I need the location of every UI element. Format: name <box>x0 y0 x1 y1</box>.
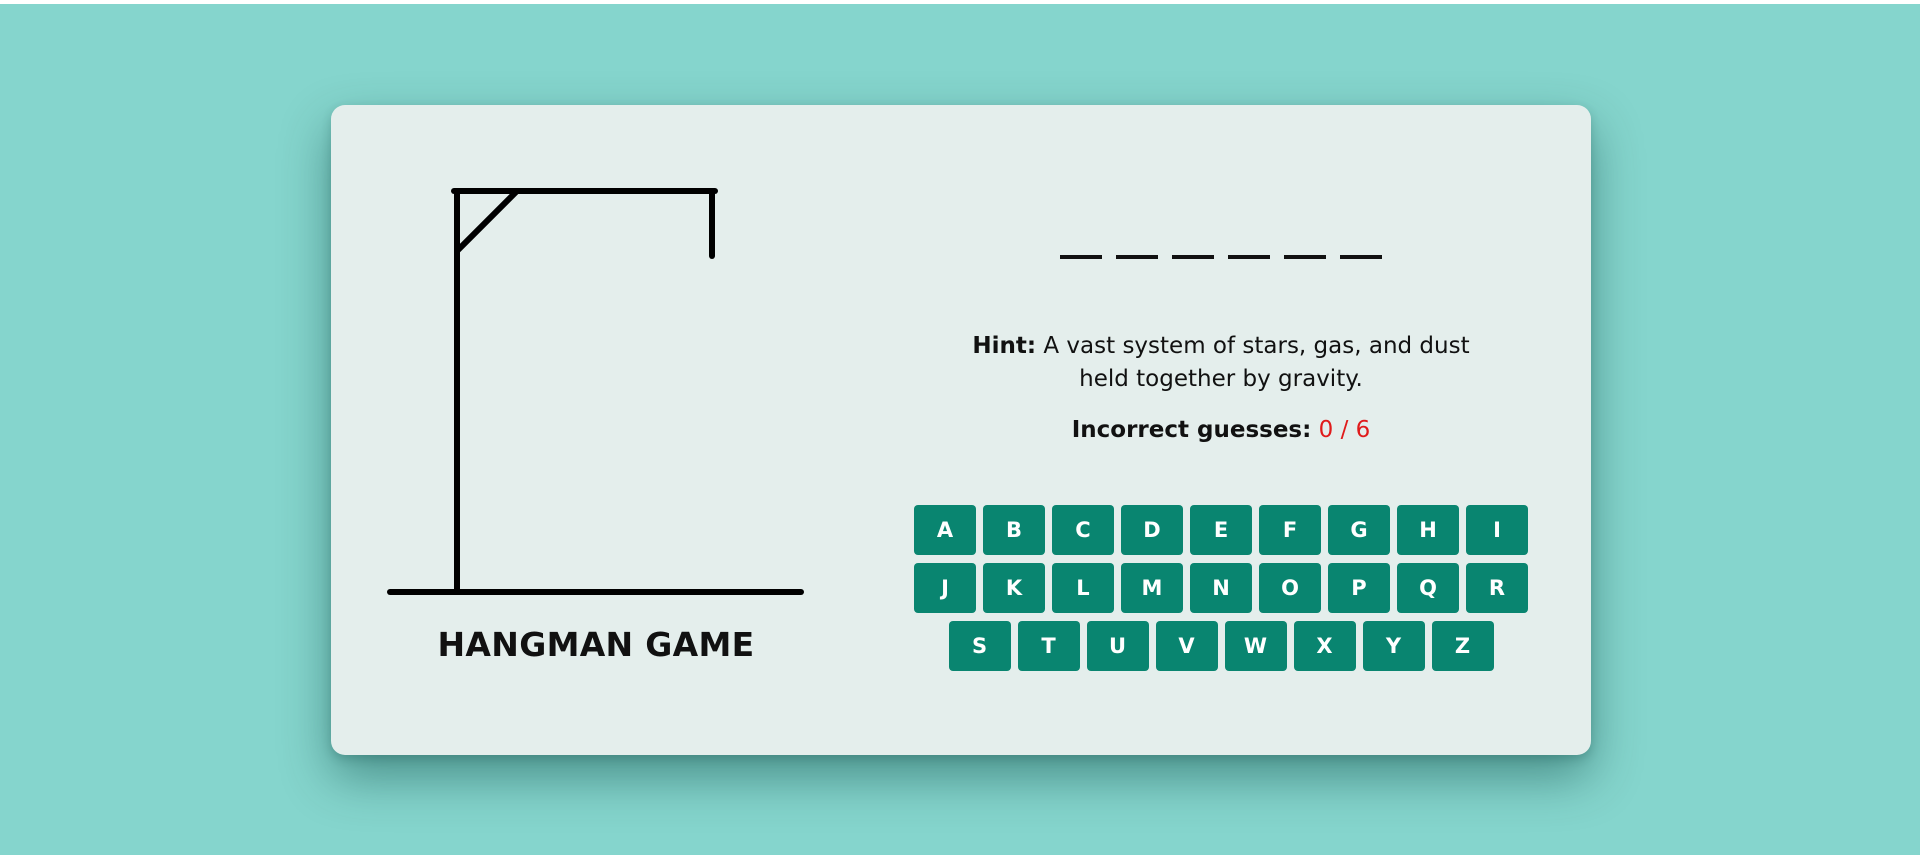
letter-keyboard: ABCDEFGHI JKLMNOPQR STUVWXYZ <box>891 505 1551 679</box>
gallows-panel: HANGMAN GAME <box>331 105 851 755</box>
game-title: HANGMAN GAME <box>437 625 755 664</box>
hint: Hint: A vast system of stars, gas, and d… <box>961 330 1481 396</box>
letter-key-y[interactable]: Y <box>1362 621 1425 671</box>
letter-key-k[interactable]: K <box>983 563 1045 613</box>
letter-key-x[interactable]: X <box>1293 621 1356 671</box>
letter-key-l[interactable]: L <box>1052 563 1114 613</box>
letter-key-t[interactable]: T <box>1017 621 1080 671</box>
letter-key-n[interactable]: N <box>1190 563 1252 613</box>
letter-key-o[interactable]: O <box>1259 563 1321 613</box>
letter-key-g[interactable]: G <box>1328 505 1390 555</box>
letter-key-m[interactable]: M <box>1121 563 1183 613</box>
letter-key-c[interactable]: C <box>1052 505 1114 555</box>
letter-key-j[interactable]: J <box>914 563 976 613</box>
letter-key-q[interactable]: Q <box>1397 563 1459 613</box>
letter-key-f[interactable]: F <box>1259 505 1321 555</box>
letter-key-z[interactable]: Z <box>1431 621 1494 671</box>
letter-key-w[interactable]: W <box>1224 621 1287 671</box>
letter-key-e[interactable]: E <box>1190 505 1252 555</box>
incorrect-guesses: Incorrect guesses: 0 / 6 <box>891 417 1551 443</box>
keyboard-row: JKLMNOPQR <box>891 563 1551 613</box>
letter-slot <box>1228 255 1270 259</box>
hint-text: A vast system of stars, gas, and dust he… <box>1043 333 1470 392</box>
letter-slot <box>1060 255 1102 259</box>
letter-key-r[interactable]: R <box>1466 563 1528 613</box>
guesses-label: Incorrect guesses: <box>1071 417 1312 443</box>
game-card: HANGMAN GAME Hint: A vast system of star… <box>331 105 1591 755</box>
letter-key-p[interactable]: P <box>1328 563 1390 613</box>
letter-key-u[interactable]: U <box>1086 621 1149 671</box>
word-display <box>891 255 1551 259</box>
letter-key-a[interactable]: A <box>914 505 976 555</box>
keyboard-row: STUVWXYZ <box>891 621 1551 671</box>
top-strip <box>0 0 1920 4</box>
letter-slot <box>1172 255 1214 259</box>
keyboard-row: ABCDEFGHI <box>891 505 1551 555</box>
letter-slot <box>1116 255 1158 259</box>
gallows-brace <box>454 188 520 254</box>
letter-key-v[interactable]: V <box>1155 621 1218 671</box>
letter-key-i[interactable]: I <box>1466 505 1528 555</box>
letter-key-h[interactable]: H <box>1397 505 1459 555</box>
hint-label: Hint: <box>972 333 1037 359</box>
info-panel: Hint: A vast system of stars, gas, and d… <box>891 105 1551 755</box>
letter-slot <box>1284 255 1326 259</box>
letter-key-d[interactable]: D <box>1121 505 1183 555</box>
letter-key-b[interactable]: B <box>983 505 1045 555</box>
gallows-drawing <box>387 188 804 595</box>
guesses-count: 0 / 6 <box>1318 417 1371 443</box>
letter-key-s[interactable]: S <box>948 621 1011 671</box>
letter-slot <box>1340 255 1382 259</box>
